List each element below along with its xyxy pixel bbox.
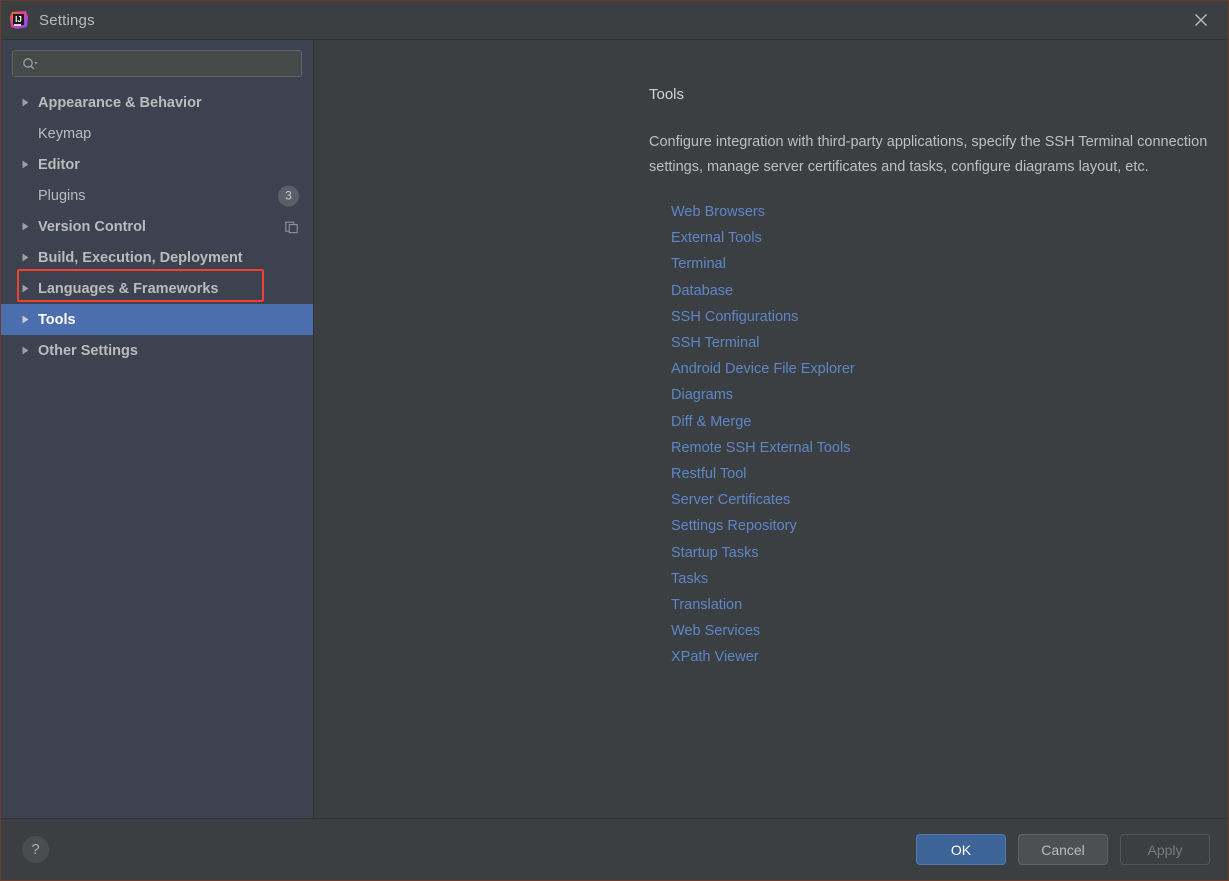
chevron-right-icon[interactable] [21, 211, 35, 242]
link-translation[interactable]: Translation [671, 592, 742, 618]
sidebar-item-languages-frameworks[interactable]: Languages & Frameworks [1, 273, 313, 304]
link-ssh-configurations[interactable]: SSH Configurations [671, 304, 798, 330]
svg-text:IJ: IJ [15, 15, 22, 24]
sidebar-item-label: Languages & Frameworks [38, 280, 219, 297]
link-tasks[interactable]: Tasks [671, 566, 708, 592]
link-ssh-terminal[interactable]: SSH Terminal [671, 330, 759, 356]
chevron-right-icon[interactable] [21, 304, 35, 335]
intellij-idea-logo-icon: IJ [9, 10, 29, 30]
chevron-right-icon[interactable] [21, 242, 35, 273]
sidebar-item-keymap[interactable]: Keymap [1, 118, 313, 149]
page-description: Configure integration with third-party a… [649, 134, 1208, 175]
link-remote-ssh-external-tools[interactable]: Remote SSH External Tools [671, 435, 850, 461]
chevron-right-icon[interactable] [21, 273, 35, 304]
search-field[interactable] [12, 50, 302, 77]
sidebar-item-plugins[interactable]: Plugins 3 [1, 180, 313, 211]
help-icon[interactable]: ? [22, 836, 49, 863]
sidebar-item-tools[interactable]: Tools [1, 304, 313, 335]
sidebar-item-label: Keymap [38, 125, 92, 142]
chevron-right-icon[interactable] [21, 87, 35, 118]
link-xpath-viewer[interactable]: XPath Viewer [671, 644, 759, 670]
settings-tree: Appearance & Behavior Keymap Editor Plug… [1, 86, 313, 366]
page-title: Tools [649, 86, 685, 103]
link-diff-merge[interactable]: Diff & Merge [671, 409, 751, 435]
settings-dialog: IJ Settings Appearance & Behavior Keymap… [0, 0, 1229, 881]
link-startup-tasks[interactable]: Startup Tasks [671, 540, 759, 566]
sidebar-item-label: Version Control [38, 218, 146, 235]
sidebar-item-label: Editor [38, 156, 80, 173]
settings-sidebar: Appearance & Behavior Keymap Editor Plug… [1, 40, 314, 818]
apply-button: Apply [1120, 834, 1210, 865]
link-android-device-file-explorer[interactable]: Android Device File Explorer [671, 356, 855, 382]
sidebar-item-version-control[interactable]: Version Control [1, 211, 313, 242]
title-bar: IJ Settings [1, 1, 1228, 39]
close-icon[interactable] [1186, 5, 1216, 35]
chevron-right-icon[interactable] [21, 149, 35, 180]
cancel-button[interactable]: Cancel [1018, 834, 1108, 865]
link-diagrams[interactable]: Diagrams [671, 382, 733, 408]
search-container [1, 40, 313, 86]
link-server-certificates[interactable]: Server Certificates [671, 487, 790, 513]
copy-icon[interactable] [285, 220, 299, 234]
link-web-browsers[interactable]: Web Browsers [671, 199, 765, 225]
settings-detail-panel: Tools Configure integration with third-p… [314, 40, 1228, 818]
sidebar-item-label: Tools [38, 311, 76, 328]
status-badge: 3 [278, 185, 299, 206]
search-input[interactable] [44, 56, 295, 71]
search-icon[interactable] [22, 57, 38, 71]
sidebar-item-editor[interactable]: Editor [1, 149, 313, 180]
link-database[interactable]: Database [671, 278, 733, 304]
window-title: Settings [39, 11, 95, 29]
sidebar-item-appearance-behavior[interactable]: Appearance & Behavior [1, 87, 313, 118]
chevron-right-icon[interactable] [21, 335, 35, 366]
dialog-body: Appearance & Behavior Keymap Editor Plug… [1, 39, 1228, 818]
sidebar-item-build-execution-deployment[interactable]: Build, Execution, Deployment [1, 242, 313, 273]
link-terminal[interactable]: Terminal [671, 251, 726, 277]
link-web-services[interactable]: Web Services [671, 618, 760, 644]
sidebar-item-label: Build, Execution, Deployment [38, 249, 243, 266]
ok-button[interactable]: OK [916, 834, 1006, 865]
sidebar-item-label: Other Settings [38, 342, 138, 359]
link-external-tools[interactable]: External Tools [671, 225, 762, 251]
sidebar-item-label: Appearance & Behavior [38, 94, 202, 111]
plugins-count-badge-wrap: 3 [278, 185, 299, 206]
subsection-link-list: Web Browsers External Tools Terminal Dat… [649, 199, 1228, 671]
dialog-footer: ? OK Cancel Apply [1, 818, 1228, 880]
link-settings-repository[interactable]: Settings Repository [671, 513, 797, 539]
link-restful-tool[interactable]: Restful Tool [671, 461, 747, 487]
sidebar-item-other-settings[interactable]: Other Settings [1, 335, 313, 366]
sidebar-item-label: Plugins [38, 187, 86, 204]
